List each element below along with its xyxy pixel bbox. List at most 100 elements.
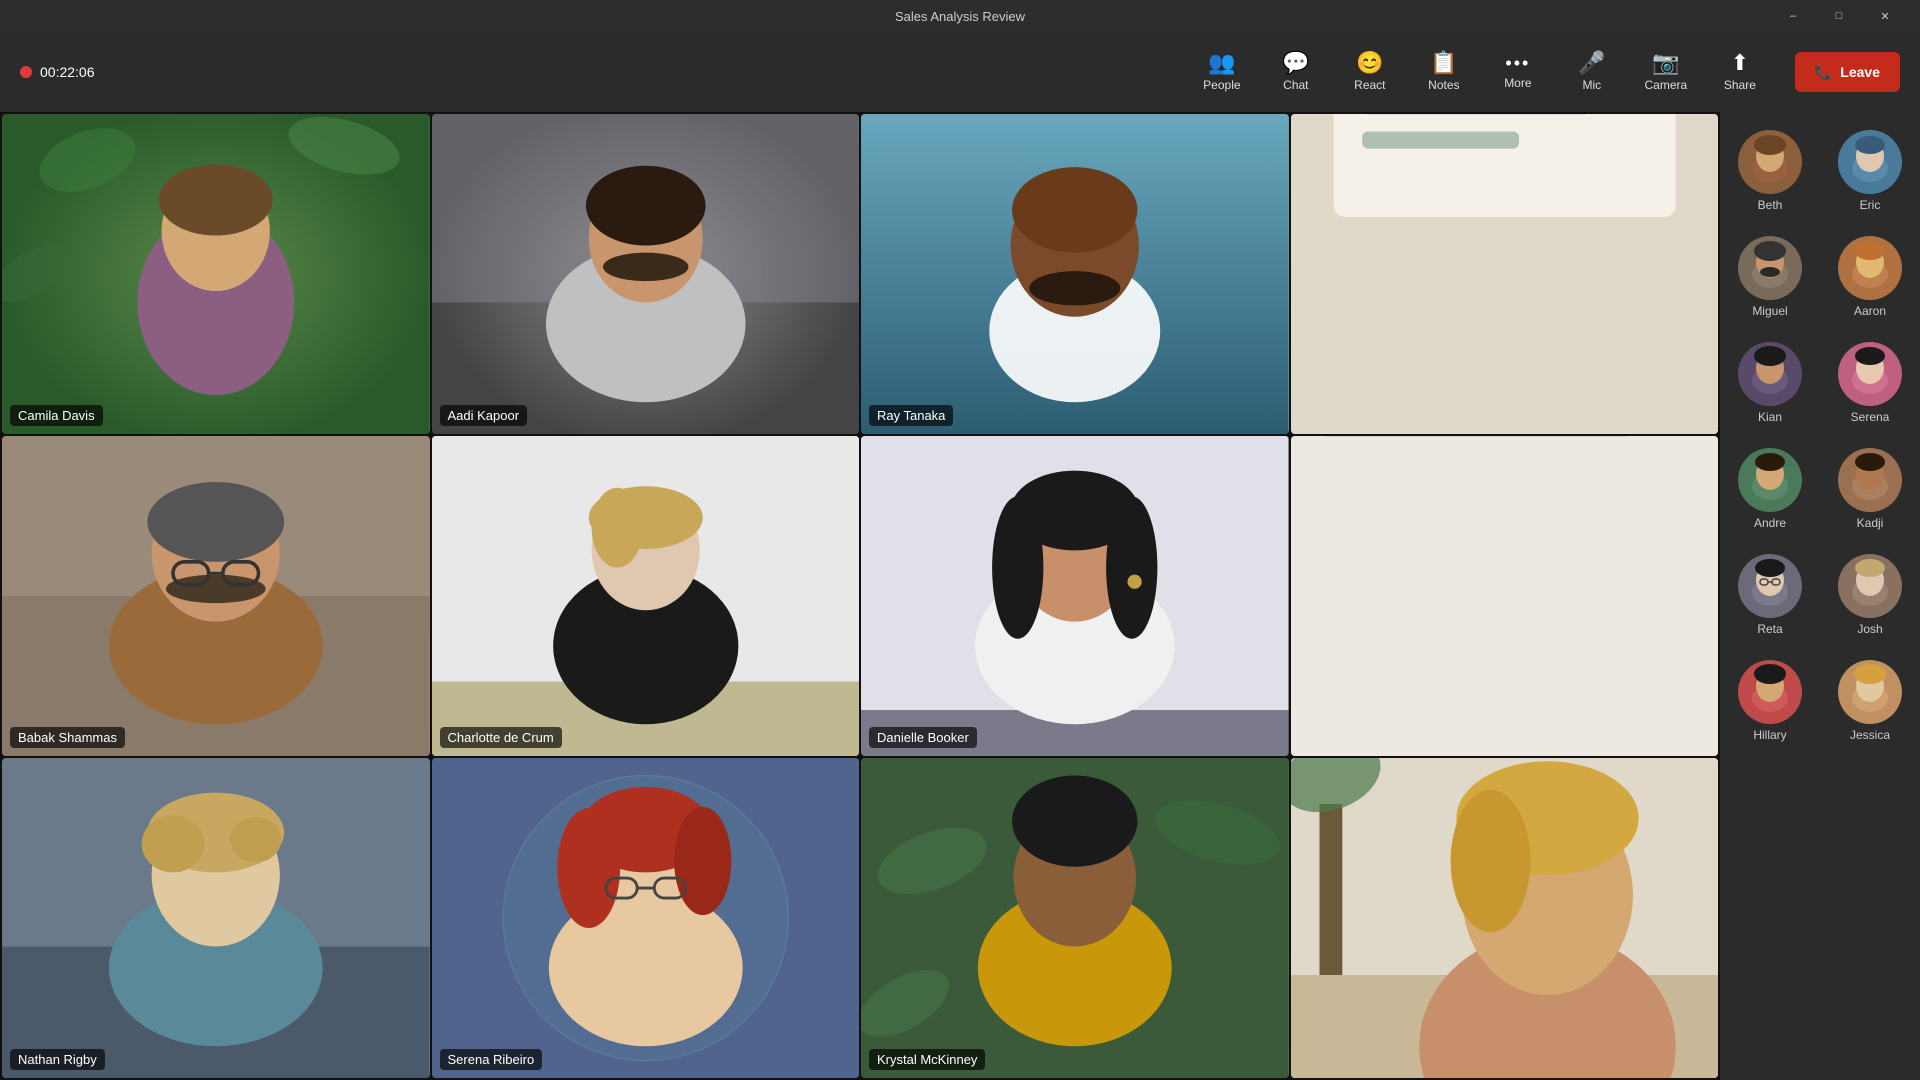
close-button[interactable]: ✕ <box>1862 0 1908 32</box>
ray-video-bg <box>861 114 1289 434</box>
avatar-aaron <box>1838 236 1902 300</box>
titlebar: Sales Analysis Review – □ ✕ <box>0 0 1920 32</box>
notes-label: Notes <box>1428 78 1459 92</box>
participants-sidebar: Beth Eric <box>1720 112 1920 1080</box>
camera-button[interactable]: 📷 Camera <box>1631 37 1701 107</box>
sidebar-item-andre[interactable]: Andre <box>1730 442 1810 536</box>
video-tile-sidebar-top[interactable] <box>1291 114 1719 434</box>
video-tile-babak[interactable]: Babak Shammas <box>2 436 430 756</box>
chat-label: Chat <box>1283 78 1308 92</box>
share-label: Share <box>1724 78 1756 92</box>
video-tile-danielle[interactable]: Danielle Booker <box>861 436 1289 756</box>
react-label: React <box>1354 78 1385 92</box>
desk-person-bg <box>1291 758 1719 1078</box>
danielle-video-bg <box>861 436 1289 756</box>
avatar-jessica <box>1838 660 1902 724</box>
share-button[interactable]: ⬆ Share <box>1705 37 1775 107</box>
avatar-serena <box>1838 342 1902 406</box>
notes-button[interactable]: 📋 Notes <box>1409 37 1479 107</box>
sidebar-item-hillary[interactable]: Hillary <box>1730 654 1810 748</box>
sidebar-item-kadji[interactable]: Kadji <box>1830 442 1910 536</box>
people-icon: 👥 <box>1208 52 1235 74</box>
sidebar-item-josh[interactable]: Josh <box>1830 548 1910 642</box>
name-tag-krystal: Krystal McKinney <box>869 1049 985 1070</box>
mic-icon: 🎤 <box>1578 52 1605 74</box>
sidebar-name-aaron: Aaron <box>1854 304 1886 318</box>
aadi-video-bg <box>432 114 860 434</box>
sidebar-name-miguel: Miguel <box>1752 304 1787 318</box>
leave-button[interactable]: 📞 Leave <box>1795 52 1900 92</box>
sidebar-panel-bg <box>1291 114 1719 434</box>
mic-label: Mic <box>1583 78 1602 92</box>
window-title: Sales Analysis Review <box>895 9 1025 24</box>
people-button[interactable]: 👥 People <box>1187 37 1257 107</box>
sidebar-item-eric[interactable]: Eric <box>1830 124 1910 218</box>
share-icon: ⬆ <box>1731 52 1749 74</box>
minimize-button[interactable]: – <box>1770 0 1816 32</box>
name-tag-serena: Serena Ribeiro <box>440 1049 543 1070</box>
notes-icon: 📋 <box>1430 52 1457 74</box>
serena-video-bg <box>432 758 860 1078</box>
video-tile-serena[interactable]: Serena Ribeiro <box>432 758 860 1078</box>
react-icon: 😊 <box>1356 52 1383 74</box>
avatar-miguel <box>1738 236 1802 300</box>
sidebar-name-reta: Reta <box>1757 622 1782 636</box>
video-tile-nathan[interactable]: Nathan Rigby <box>2 758 430 1078</box>
video-tile-desk-person[interactable] <box>1291 758 1719 1078</box>
avatar-josh <box>1838 554 1902 618</box>
video-tile-charlotte[interactable]: Charlotte de Crum <box>432 436 860 756</box>
more-button[interactable]: ••• More <box>1483 37 1553 107</box>
camila-video-bg <box>2 114 430 434</box>
sidebar-item-miguel[interactable]: Miguel <box>1730 230 1810 324</box>
avatar-kian <box>1738 342 1802 406</box>
sidebar-item-beth[interactable]: Beth <box>1730 124 1810 218</box>
name-tag-nathan: Nathan Rigby <box>10 1049 105 1070</box>
sidebar-item-aaron[interactable]: Aaron <box>1830 230 1910 324</box>
avatar-beth <box>1738 130 1802 194</box>
avatar-eric <box>1838 130 1902 194</box>
name-tag-camila: Camila Davis <box>10 405 103 426</box>
sidebar-row-5: Reta Josh <box>1720 544 1920 646</box>
babak-video-bg <box>2 436 430 756</box>
main-content: Camila Davis <box>0 112 1920 1080</box>
video-tile-aadi[interactable]: Aadi Kapoor <box>432 114 860 434</box>
sidebar-item-kian[interactable]: Kian <box>1730 336 1810 430</box>
more-label: More <box>1504 76 1531 90</box>
sidebar-name-kadji: Kadji <box>1857 516 1884 530</box>
camera-icon: 📷 <box>1652 52 1679 74</box>
sidebar-name-josh: Josh <box>1857 622 1882 636</box>
name-tag-babak: Babak Shammas <box>10 727 125 748</box>
sidebar-item-serena[interactable]: Serena <box>1830 336 1910 430</box>
sidebar-name-hillary: Hillary <box>1753 728 1786 742</box>
camera-label: Camera <box>1645 78 1688 92</box>
chat-button[interactable]: 💬 Chat <box>1261 37 1331 107</box>
avatar-andre <box>1738 448 1802 512</box>
react-button[interactable]: 😊 React <box>1335 37 1405 107</box>
chat-icon: 💬 <box>1282 52 1309 74</box>
name-tag-ray: Ray Tanaka <box>869 405 953 426</box>
sidebar-row-6: Hillary Jessica <box>1720 650 1920 752</box>
sidebar-item-reta[interactable]: Reta <box>1730 548 1810 642</box>
sidebar-name-andre: Andre <box>1754 516 1786 530</box>
avatar-hillary <box>1738 660 1802 724</box>
sidebar-item-jessica[interactable]: Jessica <box>1830 654 1910 748</box>
video-grid: Camila Davis <box>0 112 1720 1080</box>
sidebar-panel2-bg: Upcoming Goals <box>1291 436 1719 756</box>
sidebar-name-serena: Serena <box>1851 410 1890 424</box>
video-tile-sidebar-mid[interactable]: Upcoming Goals <box>1291 436 1719 756</box>
mic-button[interactable]: 🎤 Mic <box>1557 37 1627 107</box>
sidebar-row-1: Beth Eric <box>1720 120 1920 222</box>
video-tile-krystal[interactable]: Krystal McKinney <box>861 758 1289 1078</box>
maximize-button[interactable]: □ <box>1816 0 1862 32</box>
recording-timer: 00:22:06 <box>40 64 95 80</box>
avatar-reta <box>1738 554 1802 618</box>
toolbar: 00:22:06 👥 People 💬 Chat 😊 React 📋 Notes… <box>0 32 1920 112</box>
avatar-kadji <box>1838 448 1902 512</box>
video-tile-camila[interactable]: Camila Davis <box>2 114 430 434</box>
toolbar-controls: 👥 People 💬 Chat 😊 React 📋 Notes ••• More… <box>1187 37 1900 107</box>
leave-phone-icon: 📞 <box>1815 64 1832 81</box>
video-tile-ray[interactable]: Ray Tanaka <box>861 114 1289 434</box>
charlotte-video-bg <box>432 436 860 756</box>
sidebar-name-beth: Beth <box>1758 198 1783 212</box>
more-icon: ••• <box>1505 54 1530 72</box>
